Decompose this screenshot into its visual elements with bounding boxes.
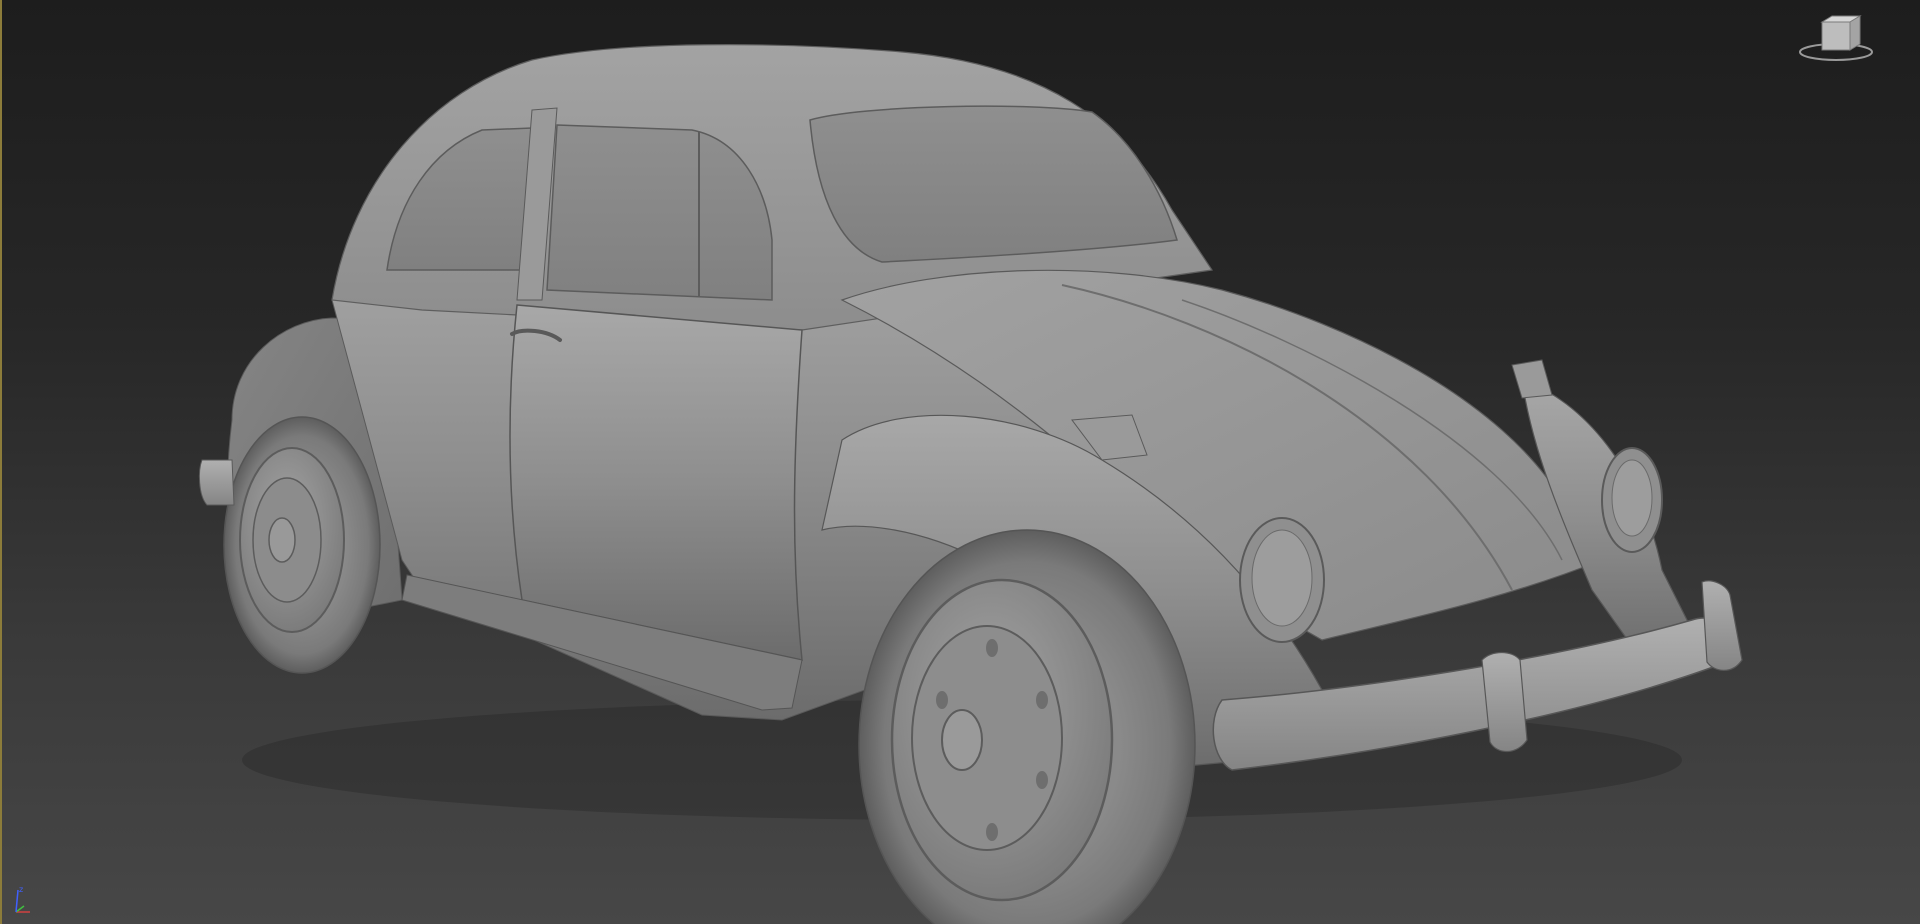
axis-tripod-icon: z	[15, 885, 30, 913]
car-model-render[interactable]	[2, 0, 1920, 924]
viewcube-icon[interactable]	[1794, 14, 1878, 64]
svg-text:z: z	[19, 885, 23, 894]
3d-viewport[interactable]: z	[0, 0, 1920, 924]
